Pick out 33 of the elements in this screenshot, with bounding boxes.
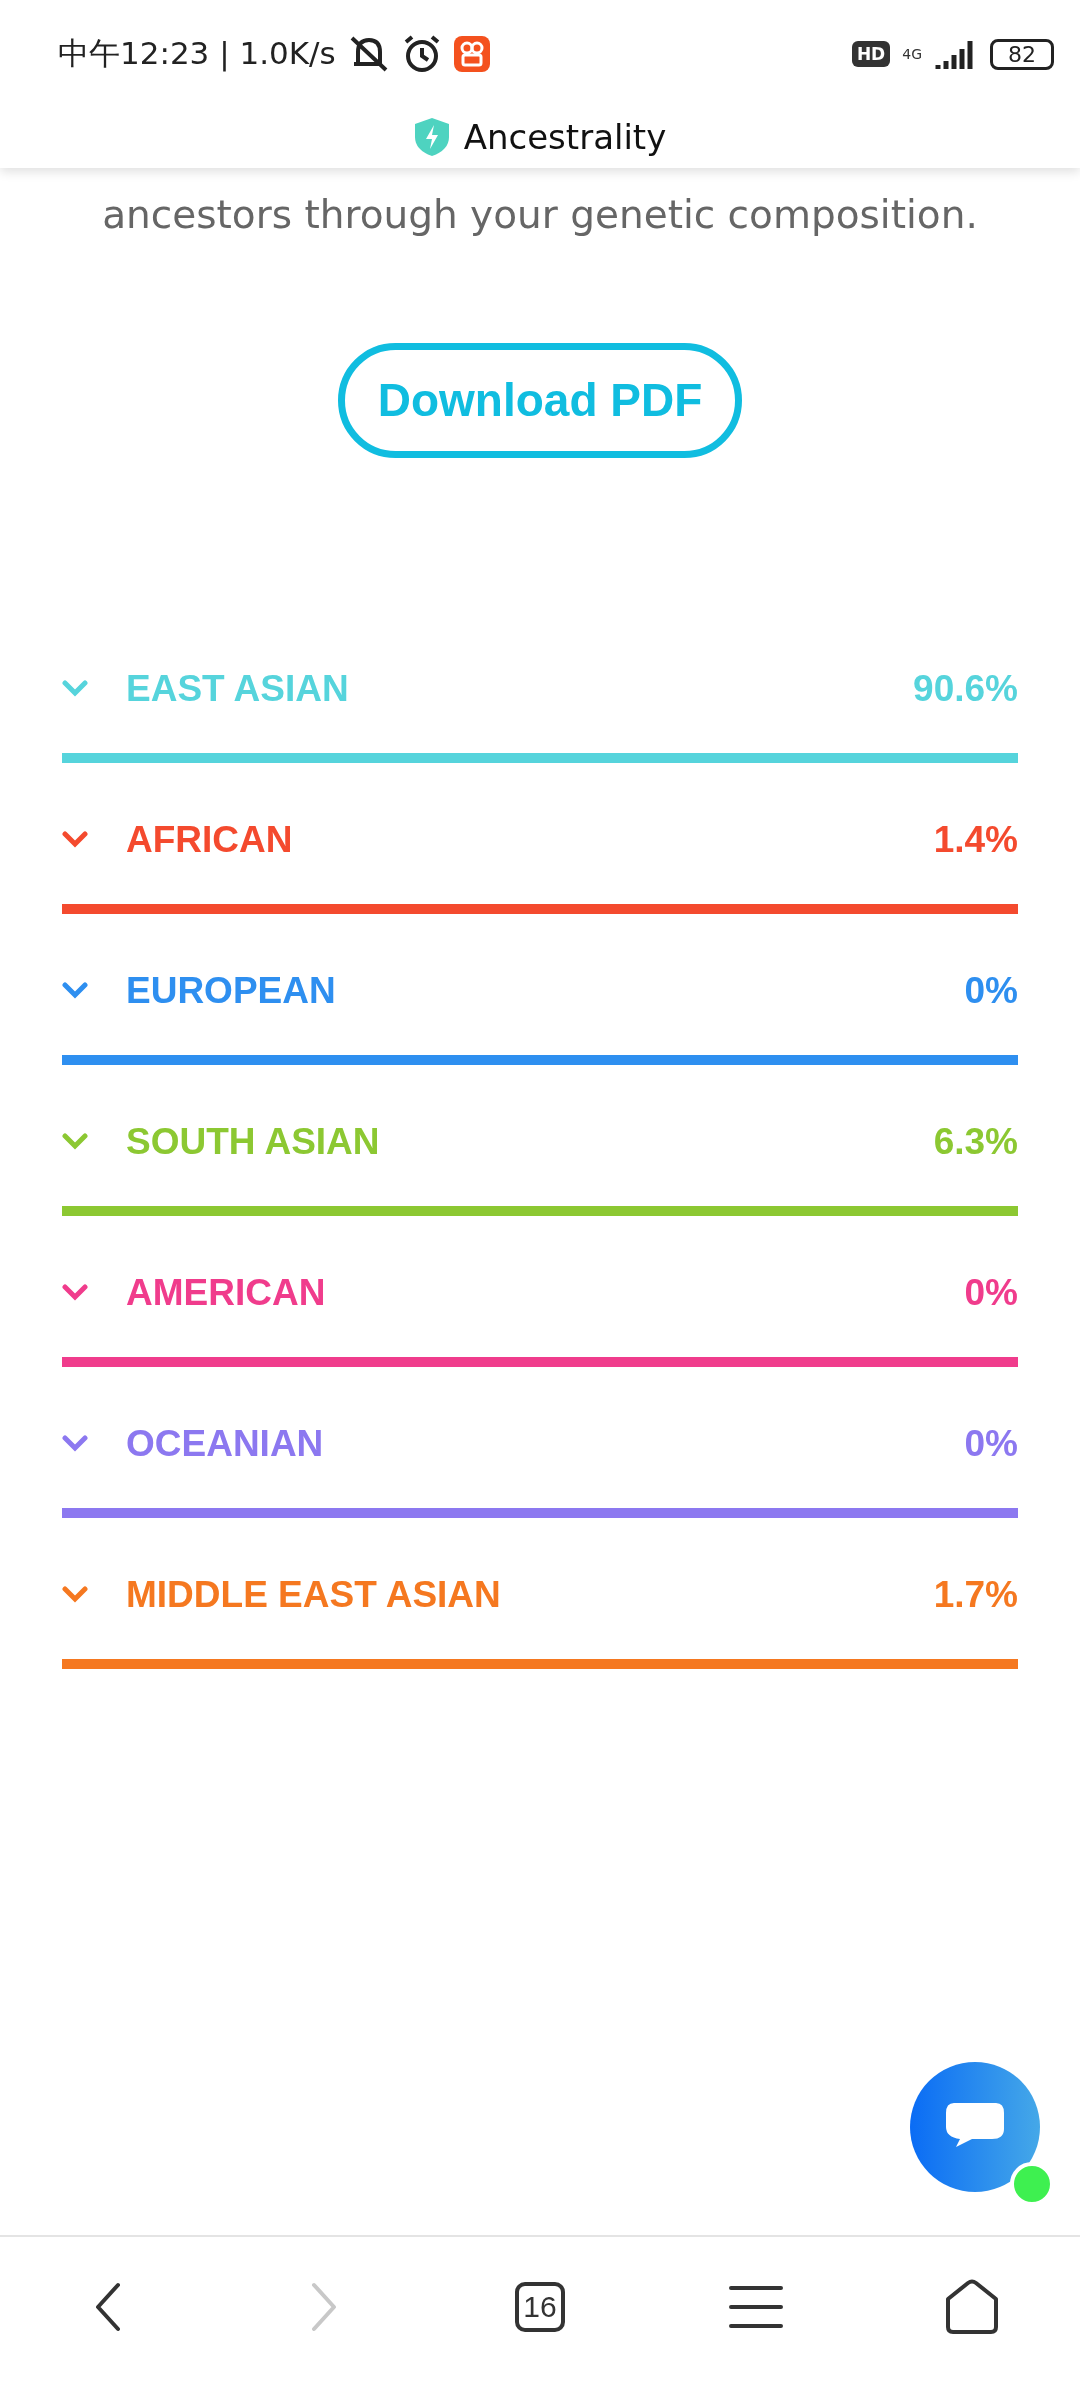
forward-icon	[309, 2282, 339, 2332]
ancestry-percent: 0%	[964, 1271, 1018, 1314]
chevron-down-icon[interactable]	[62, 830, 88, 849]
ancestry-percent: 90.6%	[913, 667, 1018, 710]
ancestry-percent: 1.7%	[933, 1573, 1018, 1616]
hd-badge: HD	[851, 41, 891, 67]
back-icon	[93, 2282, 123, 2332]
status-time: 中午12:23 | 1.0K/s	[58, 34, 336, 74]
ancestry-percent: 1.4%	[933, 818, 1018, 861]
ancestry-name: MIDDLE EAST ASIAN	[126, 1573, 502, 1616]
chevron-down-icon[interactable]	[62, 981, 88, 1000]
chevron-down-icon[interactable]	[62, 1283, 88, 1302]
intro-text: ancestors through your genetic composition.	[101, 191, 979, 239]
ancestry-percent: 6.3%	[933, 1120, 1018, 1163]
ancestry-name: OCEANIAN	[126, 1422, 325, 1465]
ancestry-percent: 0%	[964, 1422, 1018, 1465]
battery-level: 82	[990, 38, 1054, 70]
menu-icon	[729, 2285, 783, 2329]
home-icon	[944, 2279, 1000, 2335]
network-type: 4G	[902, 46, 922, 62]
ancestry-name: SOUTH ASIAN	[126, 1120, 381, 1163]
shield-icon	[413, 117, 450, 157]
chevron-down-icon[interactable]	[62, 1434, 88, 1453]
chevron-down-icon[interactable]	[62, 1132, 88, 1151]
app-notification-icon	[453, 36, 490, 72]
chevron-down-icon[interactable]	[62, 1585, 88, 1604]
ancestry-name: AMERICAN	[126, 1271, 327, 1314]
ancestry-percent: 0%	[964, 969, 1018, 1012]
tabs-button[interactable]: 16	[500, 2267, 580, 2347]
ancestry-name: EUROPEAN	[126, 969, 337, 1012]
ancestry-name: AFRICAN	[126, 818, 294, 861]
ancestry-name: EAST ASIAN	[126, 667, 350, 710]
page-title: Ancestrality	[463, 117, 667, 157]
